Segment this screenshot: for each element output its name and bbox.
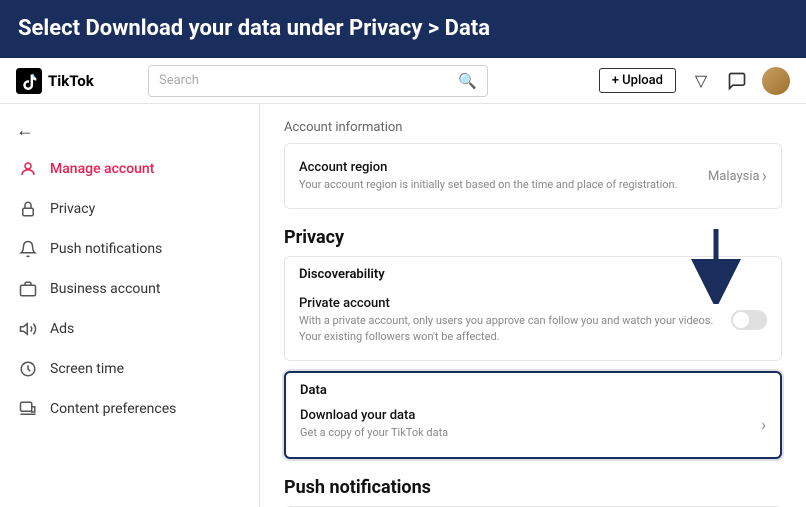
logo-label: TikTok <box>48 72 94 90</box>
account-region-sub: Your account region is initially set bas… <box>299 177 708 192</box>
back-button[interactable]: ← <box>0 112 259 149</box>
download-data-sub: Get a copy of your TikTok data <box>300 425 753 440</box>
sidebar-label-screen-time: Screen time <box>50 361 124 377</box>
sidebar-label-privacy: Privacy <box>50 201 95 217</box>
upload-button[interactable]: + Upload <box>599 68 676 93</box>
ads-icon <box>18 319 38 339</box>
account-region-left: Account region Your account region is in… <box>299 160 708 192</box>
private-account-left: Private account With a private account, … <box>299 296 731 344</box>
data-heading: Data <box>300 383 766 398</box>
sidebar-item-privacy[interactable]: Privacy <box>0 189 259 229</box>
content-area: Account information Account region Your … <box>260 104 806 507</box>
push-notif-heading: Push notifications <box>284 477 782 498</box>
sidebar-item-business-account[interactable]: Business account <box>0 269 259 309</box>
topnav: TikTok Search 🔍 + Upload ▽ <box>0 58 806 104</box>
data-card: Data Download your data Get a copy of yo… <box>284 371 782 458</box>
private-account-title: Private account <box>299 296 731 311</box>
upload-label: + Upload <box>612 73 663 88</box>
account-region-row[interactable]: Account region Your account region is in… <box>299 154 767 198</box>
private-account-sub: With a private account, only users you a… <box>299 313 731 344</box>
annotation-banner: Select Download your data under Privacy … <box>0 0 806 58</box>
download-data-row[interactable]: Download your data Get a copy of your Ti… <box>300 402 766 446</box>
sidebar-item-manage-account[interactable]: Manage account <box>0 149 259 189</box>
private-account-toggle[interactable] <box>731 310 767 330</box>
avatar[interactable] <box>762 67 790 95</box>
download-data-title: Download your data <box>300 408 753 423</box>
sidebar: ← Manage account Privacy <box>0 104 260 507</box>
account-info-section: Account information Account region Your … <box>284 120 782 209</box>
account-info-label: Account information <box>284 120 782 135</box>
sidebar-item-screen-time[interactable]: Screen time <box>0 349 259 389</box>
manage-account-icon <box>18 159 38 179</box>
sidebar-item-push-notifications[interactable]: Push notifications <box>0 229 259 269</box>
nav-right: + Upload ▽ <box>599 67 790 95</box>
screen-time-icon <box>18 359 38 379</box>
account-region-value: Malaysia › <box>708 166 767 187</box>
main-layout: ← Manage account Privacy <box>0 104 806 507</box>
logo[interactable]: TikTok <box>16 68 136 94</box>
account-region-text: Malaysia <box>708 169 760 184</box>
push-notifications-section: Push notifications Desktop notifications… <box>284 477 782 507</box>
search-placeholder: Search <box>159 73 199 88</box>
chevron-right-icon: › <box>762 166 767 187</box>
annotation-text: Select Download your data under Privacy … <box>18 15 490 44</box>
arrow-overlay <box>686 224 746 308</box>
download-data-chevron-icon: › <box>761 415 766 434</box>
back-icon: ← <box>16 120 34 141</box>
sidebar-item-ads[interactable]: Ads <box>0 309 259 349</box>
download-data-left: Download your data Get a copy of your Ti… <box>300 408 753 440</box>
notifications-icon <box>18 239 38 259</box>
filter-icon[interactable]: ▽ <box>690 70 712 92</box>
sidebar-label-push-notifications: Push notifications <box>50 241 162 257</box>
account-region-card: Account region Your account region is in… <box>284 143 782 209</box>
content-preferences-icon <box>18 399 38 419</box>
search-bar[interactable]: Search 🔍 <box>148 65 488 97</box>
sidebar-label-content-preferences: Content preferences <box>50 401 176 417</box>
sidebar-item-content-preferences[interactable]: Content preferences <box>0 389 259 429</box>
sidebar-label-manage-account: Manage account <box>50 161 154 177</box>
privacy-icon <box>18 199 38 219</box>
search-icon: 🔍 <box>458 72 477 90</box>
sidebar-label-business-account: Business account <box>50 281 160 297</box>
sidebar-label-ads: Ads <box>50 321 74 337</box>
inbox-icon[interactable] <box>726 70 748 92</box>
business-icon <box>18 279 38 299</box>
account-region-title: Account region <box>299 160 708 175</box>
tiktok-logo-icon <box>16 68 42 94</box>
